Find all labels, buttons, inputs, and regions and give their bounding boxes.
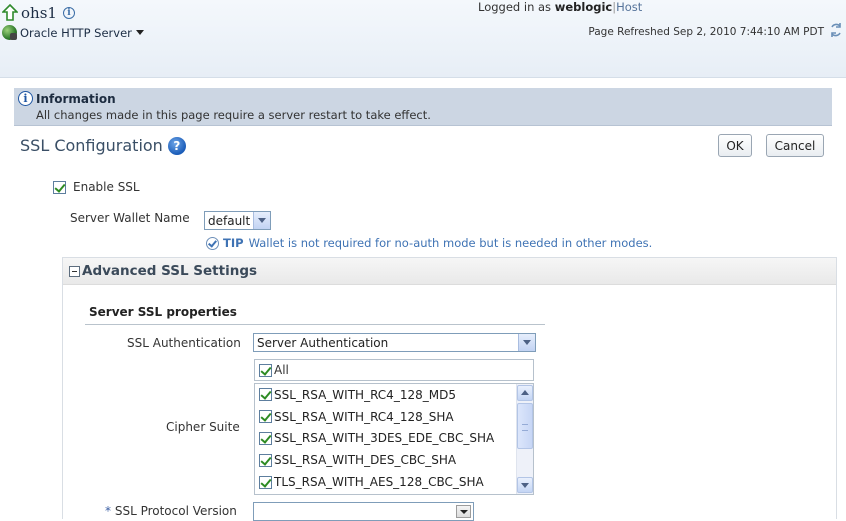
cipher-checkbox[interactable] (259, 453, 272, 467)
wallet-name-label: Server Wallet Name (70, 211, 190, 225)
page-title: SSL Configuration ? (20, 136, 186, 155)
divider (85, 324, 545, 325)
wallet-name-select[interactable]: default (204, 211, 271, 230)
page-title-text: SSL Configuration (20, 136, 163, 155)
scrollbar-thumb[interactable] (517, 403, 533, 449)
ssl-authentication-label: SSL Authentication (127, 336, 241, 350)
cipher-name: SSL_RSA_WITH_RC4_128_SHA (274, 409, 454, 424)
scroll-down-icon[interactable] (517, 477, 533, 493)
ssl-authentication-value: Server Authentication (257, 335, 389, 350)
tip-message: TIP Wallet is not required for no-auth m… (206, 236, 652, 250)
host-link[interactable]: Host (616, 0, 642, 14)
list-item[interactable]: TLS_RSA_WITH_AES_128_CBC_SHA (255, 471, 533, 493)
list-item[interactable]: SSL_RSA_WITH_3DES_EDE_CBC_SHA (255, 428, 533, 450)
list-item[interactable]: SSL_RSA_WITH_RC4_128_SHA (255, 406, 533, 428)
cipher-all-row[interactable]: All (254, 359, 534, 381)
chevron-down-icon[interactable] (456, 505, 471, 518)
cipher-checkbox[interactable] (259, 410, 272, 424)
cancel-button[interactable]: Cancel (766, 134, 824, 157)
tip-text: Wallet is not required for no-auth mode … (248, 236, 653, 250)
info-banner: i Information All changes made in this p… (14, 88, 832, 126)
enable-ssl-label: Enable SSL (73, 180, 140, 194)
advanced-ssl-header[interactable]: Advanced SSL Settings (63, 258, 836, 285)
wallet-name-value: default (208, 213, 251, 228)
list-item[interactable]: SSL_RSA_WITH_DES_CBC_SHA (255, 449, 533, 471)
logged-in-prefix: Logged in as (478, 0, 552, 14)
cipher-all-label: All (274, 363, 289, 377)
ssl-protocol-version-text: SSL Protocol Version (114, 504, 237, 518)
list-item[interactable]: SSL_RSA_WITH_RC4_128_MD5 (255, 384, 533, 406)
ssl-protocol-version-select[interactable] (253, 502, 474, 521)
tip-keyword: TIP (223, 236, 244, 250)
chevron-down-icon (135, 30, 144, 35)
info-title: Information (36, 92, 116, 106)
ssl-authentication-select[interactable]: Server Authentication (253, 333, 536, 352)
enable-ssl-checkbox[interactable] (53, 180, 66, 194)
cipher-list-scrollbar[interactable] (516, 384, 533, 494)
advanced-ssl-title: Advanced SSL Settings (82, 263, 258, 279)
checkmark-circle-icon (206, 236, 219, 250)
chevron-down-icon[interactable] (518, 334, 535, 351)
page-header: ohs1 i Oracle HTTP Server Logged in as w… (0, 0, 846, 78)
ssl-protocol-version-label: * SSL Protocol Version (105, 504, 237, 518)
advanced-ssl-section: Advanced SSL Settings Server SSL propert… (62, 257, 837, 521)
logged-in-user: weblogic (554, 0, 613, 14)
info-icon: i (18, 91, 33, 106)
cipher-name: SSL_RSA_WITH_DES_CBC_SHA (274, 453, 457, 468)
up-arrow-icon[interactable] (1, 3, 19, 22)
info-text: All changes made in this page require a … (36, 108, 431, 122)
ok-button[interactable]: OK (718, 134, 752, 157)
cipher-suite-list[interactable]: SSL_RSA_WITH_RC4_128_MD5 SSL_RSA_WITH_RC… (254, 383, 534, 495)
logged-in-info: Logged in as weblogic|Host (478, 0, 643, 14)
cipher-name: TLS_RSA_WITH_AES_128_CBC_SHA (274, 475, 484, 490)
required-marker: * (105, 504, 111, 518)
target-name: ohs1 (21, 4, 57, 22)
cipher-checkbox[interactable] (259, 431, 272, 445)
page-refreshed-text: Page Refreshed Sep 2, 2010 7:44:10 AM PD… (588, 26, 824, 38)
target-menu-label: Oracle HTTP Server (20, 25, 132, 40)
server-ssl-properties-title: Server SSL properties (89, 305, 237, 319)
scroll-up-icon[interactable] (517, 385, 533, 401)
chevron-down-icon[interactable] (253, 212, 270, 229)
refresh-icon[interactable] (829, 22, 843, 38)
cipher-all-checkbox[interactable] (259, 363, 272, 377)
enable-ssl-row: Enable SSL (53, 180, 140, 194)
info-icon[interactable]: i (62, 7, 75, 19)
cipher-checkbox[interactable] (259, 388, 272, 402)
cipher-name: SSL_RSA_WITH_3DES_EDE_CBC_SHA (274, 431, 495, 446)
target-title: ohs1 i (1, 3, 75, 22)
cipher-checkbox[interactable] (259, 475, 272, 489)
globe-server-icon (2, 25, 17, 40)
target-menu[interactable]: Oracle HTTP Server (2, 25, 144, 40)
collapse-icon[interactable] (69, 265, 80, 277)
help-icon[interactable]: ? (167, 136, 186, 155)
cipher-name: SSL_RSA_WITH_RC4_128_MD5 (274, 387, 456, 402)
cipher-suite-label: Cipher Suite (166, 420, 240, 434)
